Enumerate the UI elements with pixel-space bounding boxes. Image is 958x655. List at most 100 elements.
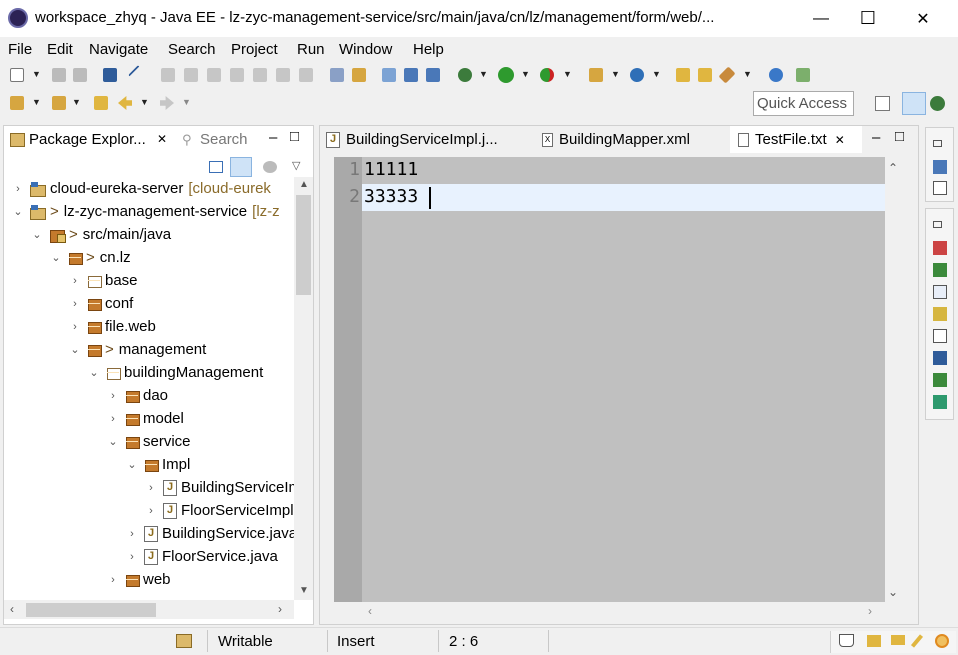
debug-icon[interactable] (458, 68, 472, 82)
expand-arrow-icon[interactable]: › (69, 298, 81, 310)
editor-minimize-button[interactable]: – (872, 129, 880, 146)
scrollbar-thumb[interactable] (26, 603, 156, 617)
magic-wand-icon[interactable] (910, 634, 924, 648)
scroll-down-arrow-icon[interactable]: ▼ (299, 585, 309, 596)
menu-navigate[interactable]: Navigate (89, 41, 148, 58)
scroll-left-arrow-icon[interactable]: ‹ (10, 602, 14, 616)
menu-window[interactable]: Window (339, 41, 392, 58)
new-java-class-icon[interactable] (630, 68, 644, 82)
back-icon[interactable] (118, 96, 132, 110)
step-return-icon[interactable] (299, 68, 313, 82)
launch-icon[interactable] (718, 66, 736, 84)
expand-arrow-icon[interactable]: ⌄ (12, 205, 24, 218)
tree-item[interactable]: › base (69, 269, 137, 292)
progress-icon[interactable] (933, 373, 947, 387)
explorer-vertical-scrollbar[interactable]: ▲ ▼ (294, 177, 313, 600)
tree-item[interactable]: › file.web (69, 315, 156, 338)
tab-search[interactable]: Search (200, 131, 248, 148)
expand-arrow-icon[interactable]: › (107, 390, 119, 402)
menu-file[interactable]: File (8, 41, 32, 58)
expand-arrow-icon[interactable]: ⌄ (50, 251, 62, 264)
menu-run[interactable]: Run (297, 41, 325, 58)
outline-icon[interactable] (933, 160, 947, 174)
tree-item[interactable]: › cloud-eureka-server [cloud-eurek (12, 177, 271, 200)
forward-dropdown-icon[interactable]: ▼ (182, 97, 191, 107)
text-editor[interactable]: 1 11111 2 33333 (334, 157, 885, 602)
tree-item[interactable]: ⌄ > src/main/java (31, 223, 171, 246)
link-with-editor-icon[interactable] (230, 157, 252, 177)
expand-arrow-icon[interactable]: › (69, 275, 81, 287)
new-icon[interactable] (10, 68, 24, 82)
open-folder-icon[interactable] (676, 68, 690, 82)
tree-item[interactable]: › model (107, 407, 184, 430)
tree-item[interactable]: › BuildingService.java (126, 522, 294, 545)
expand-arrow-icon[interactable]: › (126, 528, 138, 540)
collapse-all-icon[interactable] (209, 161, 223, 173)
tree-item[interactable]: › BuildingServiceImpl.java (145, 476, 294, 499)
next-annotation-dropdown-icon[interactable]: ▼ (32, 97, 41, 107)
run-icon[interactable] (498, 67, 514, 83)
tree-item[interactable]: ⌄ buildingManagement (88, 361, 263, 384)
back-dropdown-icon[interactable]: ▼ (140, 97, 149, 107)
coffee-cup-icon[interactable] (839, 634, 854, 647)
maximize-button[interactable]: ☐ (845, 0, 891, 37)
view-menu-icon[interactable]: ▽ (292, 159, 300, 172)
tree-item[interactable]: › web (107, 568, 170, 591)
tree-item[interactable]: ⌄ > cn.lz (50, 246, 130, 269)
save-icon[interactable] (52, 68, 66, 82)
debug-dropdown-icon[interactable]: ▼ (479, 69, 488, 79)
explorer-maximize-button[interactable]: □ (290, 128, 299, 145)
tree-item[interactable]: ⌄ > lz-zyc-management-service [lz-z (12, 200, 279, 223)
focus-icon[interactable] (263, 161, 277, 173)
prev-annotation-icon[interactable] (52, 96, 66, 110)
explorer-horizontal-scrollbar[interactable]: ‹ › (4, 600, 294, 619)
editor-tab-building-service-impl[interactable]: BuildingServiceImpl.j... (326, 126, 498, 153)
download-icon[interactable] (933, 395, 947, 409)
use-step-filters-icon[interactable] (330, 68, 344, 82)
expand-arrow-icon[interactable]: › (107, 413, 119, 425)
new-dropdown-icon[interactable]: ▼ (32, 69, 41, 79)
data-source-icon[interactable] (933, 307, 947, 321)
scroll-right-arrow-icon[interactable]: › (278, 602, 282, 616)
menu-help[interactable]: Help (413, 41, 444, 58)
editor-horizontal-scrollbar[interactable]: ‹ › (334, 602, 885, 622)
markers-icon[interactable] (933, 241, 947, 255)
expand-arrow-icon[interactable]: ⌄ (69, 343, 81, 356)
suspend-icon[interactable] (184, 68, 198, 82)
properties-icon[interactable] (933, 285, 947, 299)
editor-maximize-button[interactable]: □ (895, 128, 904, 145)
expand-arrow-icon[interactable]: › (126, 551, 138, 563)
tree-item[interactable]: › dao (107, 384, 168, 407)
tab-package-explorer[interactable]: Package Explor... (29, 131, 146, 148)
quick-access-field[interactable]: Quick Access (753, 91, 854, 116)
task-list-icon[interactable] (933, 181, 947, 195)
last-edit-icon[interactable] (94, 96, 108, 110)
expand-arrow-icon[interactable]: ⌄ (31, 228, 43, 241)
help-lifebuoy-icon[interactable] (935, 634, 949, 648)
expand-arrow-icon[interactable]: › (145, 505, 157, 517)
step-into-icon[interactable] (253, 68, 267, 82)
explorer-minimize-button[interactable]: – (269, 129, 277, 146)
new-server-icon[interactable] (589, 68, 603, 82)
new-java-class-dropdown-icon[interactable]: ▼ (652, 69, 661, 79)
expand-arrow-icon[interactable]: ⌄ (88, 366, 100, 379)
forward-icon[interactable] (160, 96, 174, 110)
console-icon[interactable] (933, 351, 947, 365)
tree-item[interactable]: ⌄ Impl (126, 453, 190, 476)
editor-tab-building-mapper[interactable]: X BuildingMapper.xml (542, 126, 690, 153)
editor-vertical-scrollbar[interactable]: ⌃ ⌄ (885, 157, 902, 602)
tree-item[interactable]: › FloorServiceImpl.java (145, 499, 294, 522)
run-dropdown-icon[interactable]: ▼ (521, 69, 530, 79)
close-button[interactable]: ✕ (900, 0, 946, 37)
scroll-right-arrow-icon[interactable]: › (868, 604, 872, 618)
open-type-icon[interactable] (382, 68, 396, 82)
launch-dropdown-icon[interactable]: ▼ (743, 69, 752, 79)
next-annotation-icon[interactable] (10, 96, 24, 110)
step-over-icon[interactable] (276, 68, 290, 82)
menu-search[interactable]: Search (168, 41, 216, 58)
servers-icon[interactable] (933, 263, 947, 277)
disconnect-icon[interactable] (230, 68, 244, 82)
expand-arrow-icon[interactable]: › (12, 183, 24, 195)
graduation-cap-icon[interactable] (891, 635, 905, 645)
tree-item[interactable]: › FloorService.java (126, 545, 278, 568)
